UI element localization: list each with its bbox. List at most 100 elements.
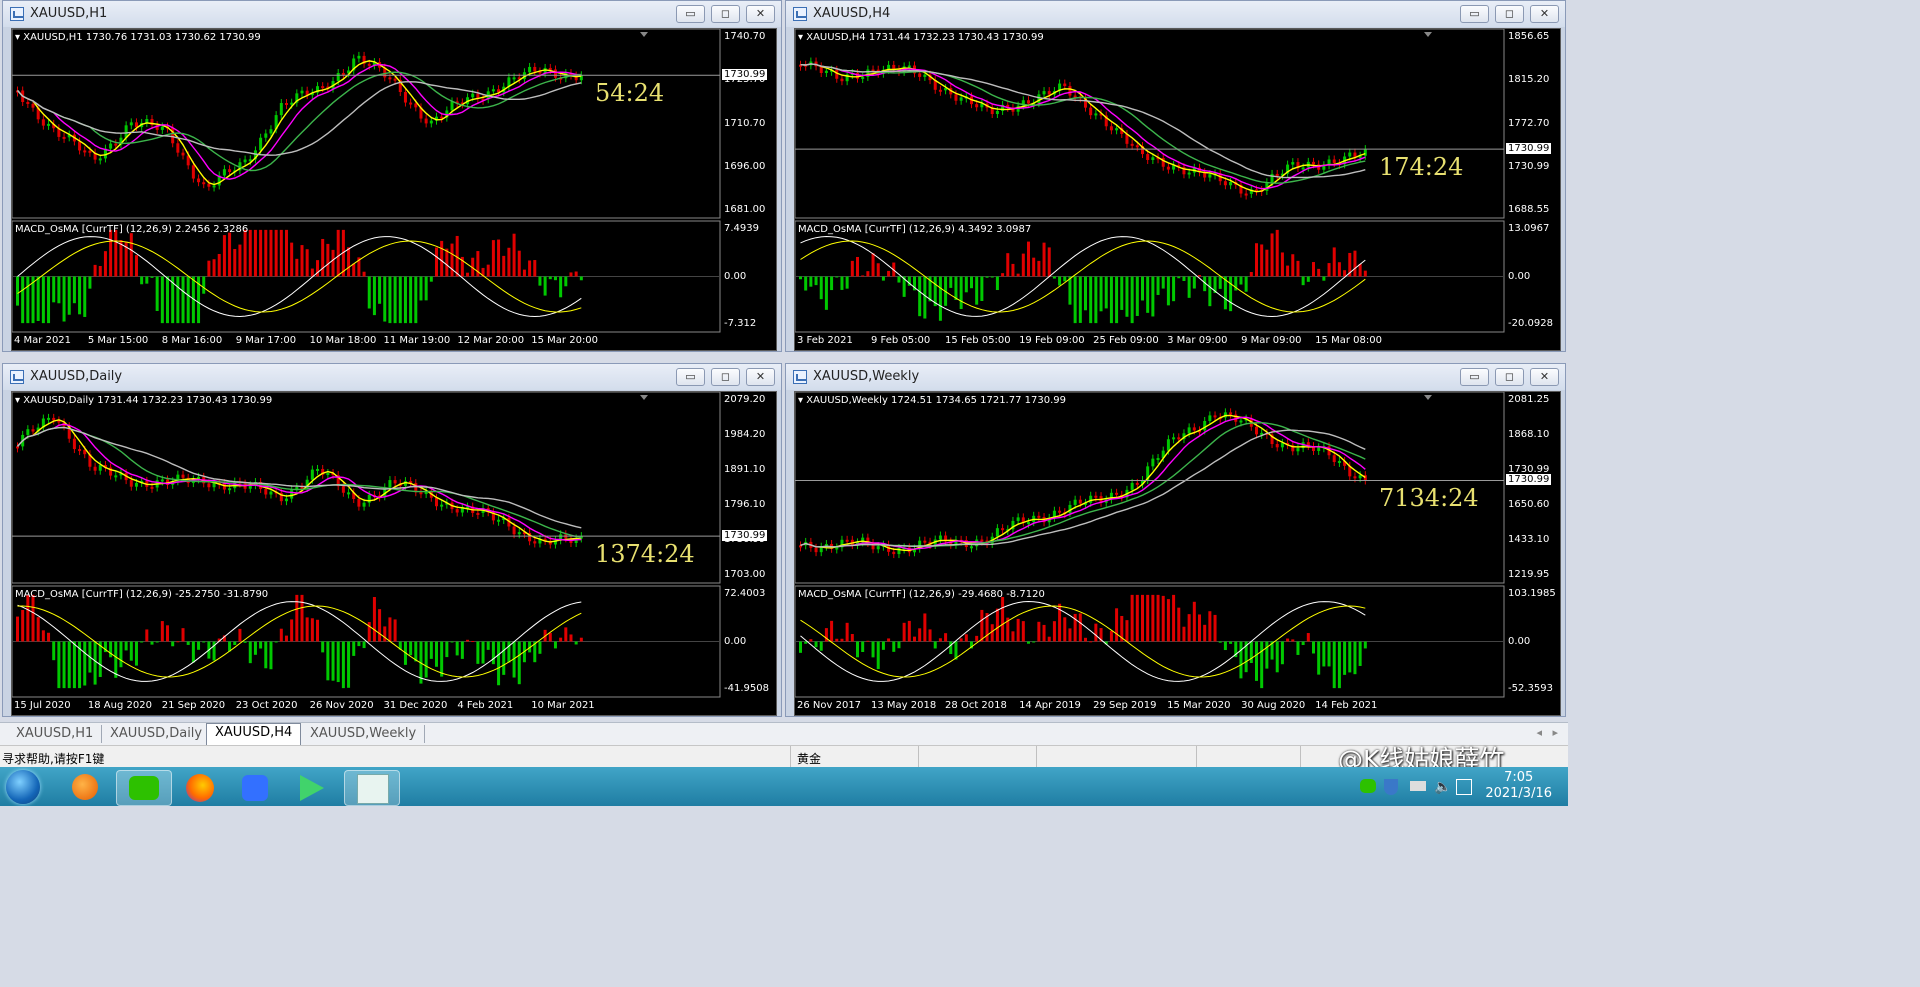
- candle: [269, 129, 273, 134]
- window-titlebar[interactable]: XAUUSD,H4 ▭ ◻ ✕: [786, 1, 1565, 27]
- candle: [26, 101, 30, 104]
- chart-menu-arrow-icon[interactable]: ▾: [798, 32, 803, 43]
- moving-average-line: [800, 429, 1366, 548]
- minimize-button[interactable]: ▭: [1460, 5, 1489, 23]
- chart-menu-arrow-icon[interactable]: ▾: [798, 395, 803, 406]
- qr-app[interactable]: [344, 770, 400, 806]
- candle: [1270, 173, 1274, 183]
- candle: [279, 103, 283, 116]
- chart-menu-arrow-icon[interactable]: ▾: [15, 395, 20, 406]
- chart-window-weekly[interactable]: XAUUSD,Weekly ▭ ◻ ✕ 2081.25 1868.10 1730.9…: [785, 363, 1566, 717]
- candle: [861, 76, 865, 79]
- candle: [93, 466, 97, 471]
- chart-area[interactable]: 1856.65 1815.20 1772.70 1730.99 1688.55 13.0…: [794, 28, 1561, 351]
- tabs-scroll-right-icon[interactable]: ▸: [1552, 726, 1558, 739]
- foxit-app[interactable]: [64, 770, 106, 804]
- macd-bar: [959, 276, 963, 309]
- candle: [1332, 455, 1336, 463]
- macd-bar: [1275, 229, 1279, 277]
- candle: [892, 551, 896, 555]
- chart-window-h4[interactable]: XAUUSD,H4 ▭ ◻ ✕ 1856.65 1815.20 1772.70 173…: [785, 0, 1566, 352]
- candle: [1332, 159, 1336, 163]
- close-button[interactable]: ✕: [746, 5, 775, 23]
- candle: [918, 73, 922, 77]
- chart-shift-marker-icon[interactable]: [640, 395, 648, 400]
- chart-shift-marker-icon[interactable]: [640, 32, 648, 37]
- macd-bar: [78, 276, 82, 315]
- wechat-app[interactable]: [116, 770, 172, 806]
- chart-area[interactable]: 2079.20 1984.20 1891.10 1796.10 1730.99 1703.…: [11, 391, 777, 716]
- tray-volume-icon[interactable]: 🔈: [1434, 779, 1451, 795]
- tab-xauusd-weekly[interactable]: XAUUSD,Weekly: [302, 725, 426, 743]
- candle-chart-svg[interactable]: [795, 29, 1560, 350]
- maximize-button[interactable]: ◻: [711, 5, 740, 23]
- system-clock[interactable]: 7:05 2021/3/16: [1485, 770, 1552, 802]
- chart-symbol-info: XAUUSD,H4 1731.44 1732.23 1730.43 1730.9…: [806, 32, 1044, 43]
- macd-bar: [512, 233, 516, 277]
- date-label: 21 Sep 2020: [161, 700, 226, 711]
- tray-flag-icon[interactable]: [1456, 779, 1472, 795]
- minimize-button[interactable]: ▭: [676, 368, 705, 386]
- chart-shift-marker-icon[interactable]: [1424, 395, 1432, 400]
- moving-average-line: [800, 63, 1366, 193]
- tab-xauusd-h4[interactable]: XAUUSD,H4: [206, 723, 302, 745]
- macd-bar: [1016, 273, 1020, 277]
- chart-window-daily[interactable]: XAUUSD,Daily ▭ ◻ ✕ 2079.20 1984.20 1891.10…: [2, 363, 782, 717]
- macd-bar: [155, 641, 159, 643]
- macd-bar: [72, 641, 76, 689]
- macd-bar: [980, 276, 984, 301]
- firefox-app[interactable]: [180, 770, 222, 804]
- chart-area[interactable]: 2081.25 1868.10 1730.99 1650.60 1433.10 1219.…: [794, 391, 1561, 716]
- maximize-button[interactable]: ◻: [711, 368, 740, 386]
- tray-network-icon[interactable]: [1410, 781, 1426, 791]
- tray-wechat-icon[interactable]: [1360, 779, 1376, 793]
- window-titlebar[interactable]: XAUUSD,H1 ▭ ◻ ✕: [3, 1, 781, 27]
- macd-bar: [1125, 620, 1129, 642]
- macd-bar: [1343, 270, 1347, 277]
- chart-window-h1[interactable]: XAUUSD,H1 ▭ ◻ ✕ 1740.701725.701710.70169…: [2, 0, 782, 352]
- media-player-app[interactable]: [292, 770, 334, 804]
- start-orb[interactable]: [6, 770, 40, 804]
- macd-bar: [569, 272, 573, 277]
- maximize-button[interactable]: ◻: [1495, 5, 1524, 23]
- close-button[interactable]: ✕: [1530, 5, 1559, 23]
- macd-bar: [67, 641, 71, 689]
- macd-bar: [564, 627, 568, 642]
- macd-bar: [26, 276, 30, 324]
- close-button[interactable]: ✕: [1530, 368, 1559, 386]
- window-titlebar[interactable]: XAUUSD,Weekly ▭ ◻ ✕: [786, 364, 1565, 390]
- candle-chart-svg[interactable]: [12, 29, 776, 350]
- feishu-app[interactable]: [236, 770, 278, 804]
- chart-menu-arrow-icon[interactable]: ▾: [15, 32, 20, 43]
- window-titlebar[interactable]: XAUUSD,Daily ▭ ◻ ✕: [3, 364, 781, 390]
- maximize-button[interactable]: ◻: [1495, 368, 1524, 386]
- window-title: XAUUSD,Daily: [30, 369, 123, 384]
- price-level: 1688.55: [1508, 204, 1550, 215]
- macd-bar: [445, 641, 449, 658]
- close-button[interactable]: ✕: [746, 368, 775, 386]
- macd-bar: [238, 628, 242, 642]
- macd-bar: [336, 229, 340, 277]
- candle: [197, 178, 201, 183]
- candle: [259, 137, 263, 151]
- macd-bar: [902, 622, 906, 642]
- tab-xauusd-h1[interactable]: XAUUSD,H1: [8, 725, 103, 743]
- macd-bar: [522, 269, 526, 277]
- chart-area[interactable]: 1740.701725.701710.701696.001681.00 7.49…: [11, 28, 777, 351]
- candle: [341, 486, 345, 493]
- macd-bar: [119, 641, 123, 668]
- macd-bar: [1337, 262, 1341, 277]
- minimize-button[interactable]: ▭: [1460, 368, 1489, 386]
- macd-bar: [1021, 253, 1025, 277]
- macd-bar: [176, 641, 180, 643]
- chart-shift-marker-icon[interactable]: [1424, 32, 1432, 37]
- candle-chart-svg[interactable]: [795, 392, 1560, 715]
- tab-xauusd-daily[interactable]: XAUUSD,Daily: [102, 725, 212, 743]
- tray-shield-icon[interactable]: [1384, 779, 1398, 795]
- macd-bar: [1332, 641, 1336, 689]
- minimize-button[interactable]: ▭: [676, 5, 705, 23]
- macd-bar: [1306, 633, 1310, 642]
- macd-level: 13.0967: [1508, 223, 1550, 234]
- macd-indicator-label: MACD_OsMA [CurrTF] (12,26,9) 2.2456 2.32…: [15, 224, 249, 235]
- tabs-scroll-left-icon[interactable]: ◂: [1536, 726, 1542, 739]
